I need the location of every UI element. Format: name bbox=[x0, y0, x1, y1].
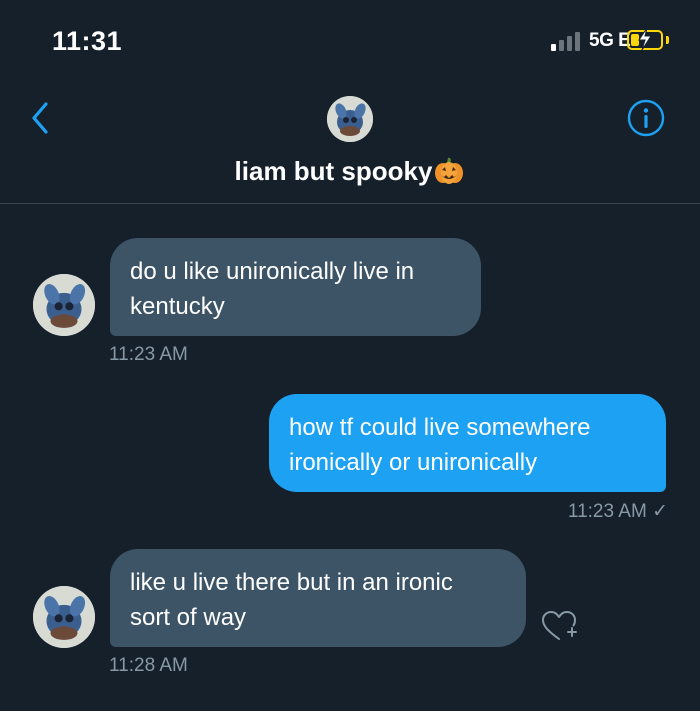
react-heart-button[interactable] bbox=[540, 609, 580, 645]
message-line: ironically or unironically bbox=[289, 449, 538, 476]
contact-name: liam but spooky bbox=[234, 156, 433, 186]
message-line: kentucky bbox=[130, 293, 225, 320]
message-bubble-received[interactable]: do u like unironically live in kentucky bbox=[110, 238, 481, 336]
message-bubble-sent[interactable]: how tf could live somewhere ironically o… bbox=[269, 394, 666, 492]
message-bubble-received[interactable]: like u live there but in an ironic sort … bbox=[110, 549, 526, 647]
signal-strength-icon bbox=[551, 31, 585, 51]
header-divider bbox=[0, 203, 700, 204]
message-line: like u live there but in an ironic bbox=[130, 569, 453, 596]
sender-avatar[interactable] bbox=[33, 274, 95, 336]
contact-avatar[interactable] bbox=[327, 96, 373, 142]
back-button[interactable] bbox=[22, 98, 56, 138]
battery-nub bbox=[666, 36, 669, 44]
network-type: 5G E bbox=[589, 30, 631, 51]
conversation-title: liam but spooky bbox=[0, 156, 700, 187]
message-line: do u like unironically live in bbox=[130, 258, 415, 285]
message-line: how tf could live somewhere bbox=[289, 414, 591, 441]
status-time: 11:31 bbox=[52, 26, 123, 56]
message-timestamp-read: 11:23 AM ✓ bbox=[567, 501, 668, 522]
charging-bolt-icon bbox=[637, 27, 653, 55]
info-button[interactable] bbox=[626, 98, 666, 138]
message-timestamp: 11:28 AM bbox=[109, 655, 188, 676]
chevron-left-icon bbox=[32, 102, 48, 134]
info-circle-icon bbox=[627, 99, 665, 137]
sender-avatar[interactable] bbox=[33, 586, 95, 648]
heart-plus-icon bbox=[542, 611, 577, 640]
message-line: sort of way bbox=[130, 604, 247, 631]
pumpkin-icon bbox=[433, 156, 465, 185]
message-timestamp: 11:23 AM bbox=[109, 344, 188, 365]
